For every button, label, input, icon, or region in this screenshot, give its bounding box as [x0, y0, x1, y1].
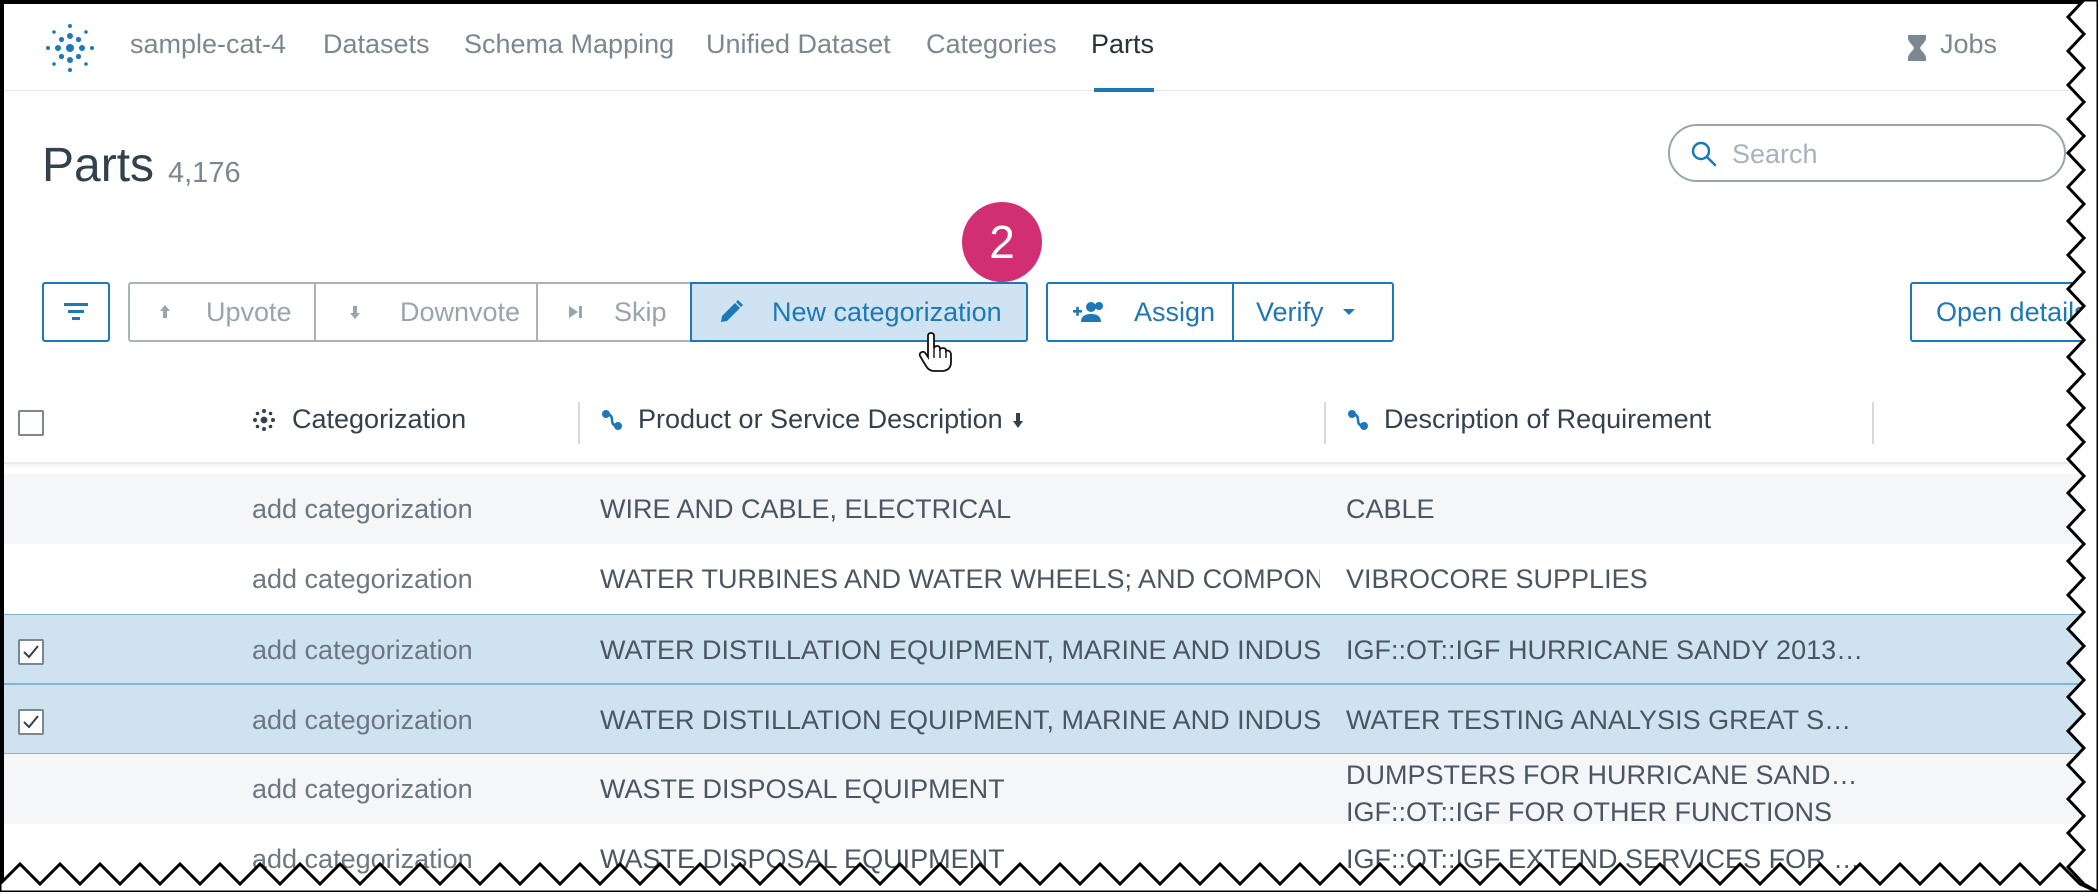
sort-descending-icon[interactable] — [1011, 410, 1025, 430]
nav-datasets[interactable]: Datasets — [323, 29, 430, 60]
hourglass-icon — [1908, 35, 1926, 61]
torn-edge-right — [2065, 0, 2098, 892]
requirement-cell: VIBROCORE SUPPLIES — [1346, 564, 1648, 594]
checkmark-icon — [23, 715, 39, 729]
divider — [536, 284, 538, 340]
caret-down-icon — [1342, 309, 1355, 315]
step-badge-2: 2 — [962, 202, 1042, 282]
column-label: Description of Requirement — [1384, 404, 1712, 434]
table-row-selected[interactable]: add categorization WATER DISTILLATION EQ… — [4, 614, 2098, 684]
table-row-selected[interactable]: add categorization WATER DISTILLATION EQ… — [4, 684, 2098, 754]
mapped-attribute-icon — [1348, 409, 1368, 430]
column-header-categorization[interactable]: Categorization — [250, 404, 466, 435]
jobs-link[interactable]: Jobs — [1908, 29, 1998, 61]
nav-categories[interactable]: Categories — [926, 29, 1057, 60]
skip-button[interactable]: Skip — [566, 284, 667, 340]
filter-icon — [64, 303, 88, 320]
verify-dropdown[interactable]: Verify — [1256, 284, 1356, 340]
product-description-cell: WASTE DISPOSAL EQUIPMENT — [600, 774, 1005, 804]
add-categorization-link[interactable]: add categorization — [252, 564, 473, 595]
app-logo-icon[interactable] — [44, 22, 96, 74]
column-label: Categorization — [292, 404, 467, 434]
search-input[interactable] — [1730, 136, 2034, 172]
requirement-cell: DUMPSTERS FOR HURRICANE SANDY EM… — [1346, 760, 1866, 790]
vote-button-group: Upvote Downvote Skip New categorization — [128, 282, 1028, 342]
column-divider[interactable] — [1324, 402, 1326, 444]
column-header-product-description[interactable]: Product or Service Description — [600, 404, 1025, 435]
filter-button[interactable] — [42, 282, 110, 342]
row-checkbox-checked[interactable] — [18, 709, 44, 735]
requirement-cell: WATER TESTING ANALYSIS GREAT SOUTH… — [1346, 705, 1866, 735]
column-divider[interactable] — [1872, 402, 1874, 444]
verify-label: Verify — [1256, 296, 1324, 327]
add-categorization-link[interactable]: add categorization — [252, 774, 473, 805]
assign-button[interactable]: Assign — [1072, 284, 1215, 340]
table-header: Categorization Product or Service Descri… — [4, 386, 2098, 464]
new-categorization-label: New categorization — [772, 296, 1002, 327]
product-description-cell: WATER TURBINES AND WATER WHEELS; AND COM… — [600, 564, 1320, 594]
product-description-cell: WATER DISTILLATION EQUIPMENT, MARINE AND… — [600, 705, 1320, 735]
search-box[interactable] — [1668, 124, 2066, 182]
add-categorization-link[interactable]: add categorization — [252, 705, 473, 736]
add-user-icon — [1073, 302, 1103, 322]
top-navigation: sample-cat-4 Datasets Schema Mapping Uni… — [4, 4, 2098, 92]
table-row[interactable]: add categorization WIRE AND CABLE, ELECT… — [4, 474, 2098, 544]
product-description-cell: WATER DISTILLATION EQUIPMENT, MARINE AND… — [600, 635, 1320, 665]
search-icon — [1691, 141, 1717, 167]
page-title: Parts — [42, 139, 155, 192]
requirement-cell: IGF::OT::IGF HURRICANE SANDY 2013 WA… — [1346, 635, 1866, 665]
torn-edge-bottom — [0, 861, 2098, 892]
table-row[interactable]: add categorization WASTE DISPOSAL EQUIPM… — [4, 754, 2098, 827]
new-categorization-button[interactable]: New categorization — [690, 282, 1028, 342]
divider — [1232, 284, 1234, 340]
nav-parts[interactable]: Parts — [1091, 29, 1154, 60]
select-all-checkbox[interactable] — [18, 410, 44, 436]
upvote-label: Upvote — [206, 296, 292, 327]
column-divider[interactable] — [578, 402, 580, 444]
nav-unified-dataset[interactable]: Unified Dataset — [706, 29, 891, 60]
hand-cursor-icon — [918, 332, 952, 372]
mapped-attribute-icon — [602, 409, 622, 430]
categorization-icon — [253, 408, 275, 431]
divider — [314, 284, 316, 340]
skip-label: Skip — [614, 296, 667, 327]
column-label: Product or Service Description — [638, 404, 1003, 434]
add-categorization-link[interactable]: add categorization — [252, 494, 473, 525]
column-header-description-requirement[interactable]: Description of Requirement — [1346, 404, 1711, 435]
record-count: 4,176 — [168, 157, 241, 189]
assign-verify-group: Assign Verify — [1046, 282, 1394, 342]
arrow-down-icon — [350, 306, 360, 319]
assign-label: Assign — [1134, 296, 1216, 327]
nav-schema-mapping[interactable]: Schema Mapping — [464, 29, 674, 60]
checkmark-icon — [23, 645, 39, 659]
arrow-up-icon — [160, 305, 170, 318]
downvote-label: Downvote — [400, 296, 521, 327]
product-description-cell: WIRE AND CABLE, ELECTRICAL — [600, 494, 1012, 524]
row-checkbox-checked[interactable] — [18, 639, 44, 665]
skip-icon — [569, 306, 582, 318]
table-row[interactable]: add categorization WATER TURBINES AND WA… — [4, 544, 2098, 614]
upvote-button[interactable]: Upvote — [158, 284, 292, 340]
pencil-icon — [721, 300, 743, 322]
active-tab-indicator — [1094, 88, 1154, 92]
requirement-cell: CABLE — [1346, 494, 1435, 524]
jobs-label: Jobs — [1940, 29, 1998, 59]
add-categorization-link[interactable]: add categorization — [252, 635, 473, 666]
nav-project[interactable]: sample-cat-4 — [130, 29, 286, 60]
downvote-button[interactable]: Downvote — [348, 284, 520, 340]
